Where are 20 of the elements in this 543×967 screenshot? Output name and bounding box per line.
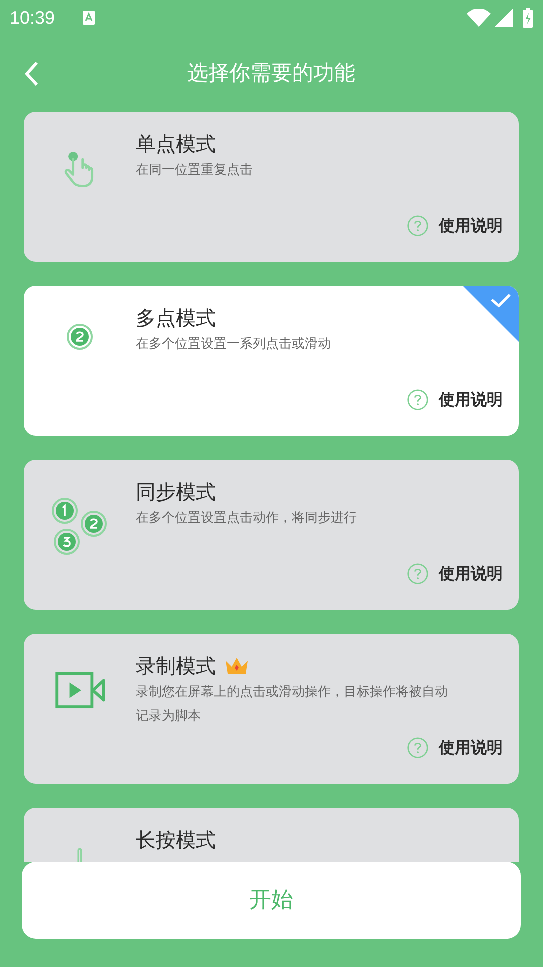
mode-card[interactable]: 长按模式 <box>24 808 519 862</box>
mode-description: 在同一位置重复点击 <box>136 162 254 180</box>
mode-card[interactable]: 录制模式 录制您在屏幕上的点击或滑动操作，目标操作将被自动记录为脚本 使用说明 <box>24 634 519 784</box>
mode-title: 同步模式 <box>136 479 216 506</box>
mode-card[interactable]: 单点模式 在同一位置重复点击 使用说明 <box>24 112 519 262</box>
mode-title: 多点模式 <box>136 305 216 332</box>
help-link[interactable]: 使用说明 <box>407 562 503 586</box>
help-link[interactable]: 使用说明 <box>407 388 503 412</box>
mode-card[interactable]: 多点模式 在多个位置设置一系列点击或滑动 使用说明 <box>24 286 519 436</box>
mode-description: 录制您在屏幕上的点击或滑动操作，目标操作将被自动记录为脚本 <box>136 684 449 726</box>
help-link[interactable]: 使用说明 <box>407 736 503 760</box>
mode-card[interactable]: 同步模式 在多个位置设置点击动作，将同步进行 使用说明 <box>24 460 519 610</box>
mode-title: 录制模式 <box>136 653 216 680</box>
help-link[interactable]: 使用说明 <box>407 214 503 238</box>
mode-title: 长按模式 <box>136 827 216 854</box>
page-title: 选择你需要的功能 <box>188 60 356 88</box>
mode-description: 在多个位置设置一系列点击或滑动 <box>136 336 332 354</box>
mode-title: 单点模式 <box>136 131 216 158</box>
status-time: 10:39 <box>10 6 56 30</box>
mode-description: 在多个位置设置点击动作，将同步进行 <box>136 510 358 528</box>
